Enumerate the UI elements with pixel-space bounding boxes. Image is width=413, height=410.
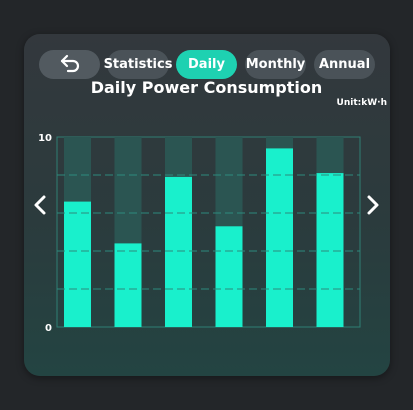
bar (215, 226, 243, 327)
bar (64, 201, 91, 327)
bar (165, 176, 192, 327)
bar (316, 173, 344, 327)
bar (114, 243, 142, 327)
y-tick-label: 10 (38, 133, 52, 144)
bar-chart: 0 10 (38, 133, 361, 334)
plot-frame (56, 136, 361, 328)
y-tick-label: 0 (45, 323, 52, 334)
